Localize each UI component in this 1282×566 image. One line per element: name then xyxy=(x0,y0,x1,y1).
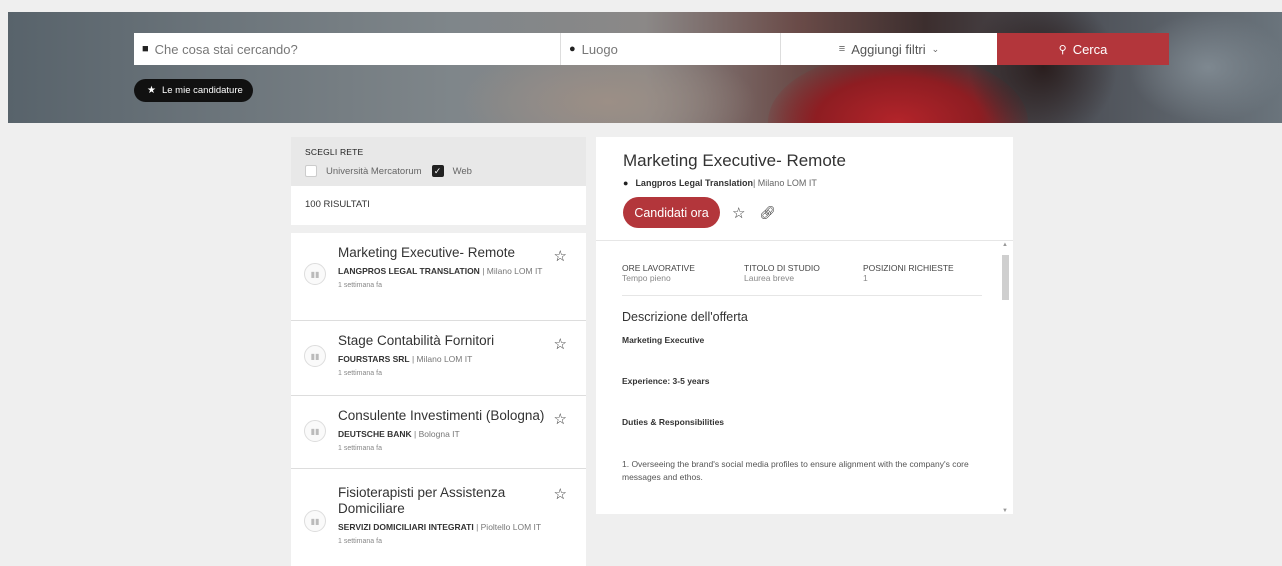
description-paragraph: 1. Overseeing the brand's social media p… xyxy=(622,459,969,482)
job-company: LANGPROS LEGAL TRANSLATION xyxy=(338,266,480,276)
job-location: | Bologna IT xyxy=(411,429,460,439)
job-card[interactable]: ▮▮ Fisioterapisti per Assistenza Domicil… xyxy=(291,469,586,566)
favorite-star-icon[interactable]: ☆ xyxy=(554,335,567,353)
star-icon: ★ xyxy=(147,85,156,96)
spec-working-hours: ORE LAVORATIVE Tempo pieno xyxy=(622,263,744,283)
network-filter-panel: SCEGLI RETE Università Mercatorum ✓ Web … xyxy=(291,137,586,225)
search-input-placeholder: Che cosa stai cercando? xyxy=(154,41,298,57)
network-option-label: Università Mercatorum xyxy=(326,165,422,177)
job-location: | Pioltello LOM IT xyxy=(473,522,542,532)
job-company-location: DEUTSCHE BANK | Bologna IT xyxy=(338,428,548,441)
search-button-label: Cerca xyxy=(1072,41,1108,57)
job-company: FOURSTARS SRL xyxy=(338,354,410,364)
company-logo-icon: ▮▮ xyxy=(304,263,326,285)
job-card[interactable]: ▮▮ Consulente Investimenti (Bologna) DEU… xyxy=(291,396,586,469)
job-company-location: FOURSTARS SRL | Milano LOM IT xyxy=(338,353,548,366)
job-title[interactable]: Fisioterapisti per Assistenza Domiciliar… xyxy=(338,485,508,517)
favorite-star-icon[interactable]: ☆ xyxy=(554,247,567,265)
spec-label: TITOLO DI STUDIO xyxy=(744,263,820,273)
chevron-down-icon: ⌄ xyxy=(931,43,940,54)
company-logo-icon: ▮▮ xyxy=(304,420,326,442)
spec-value: Laurea breve xyxy=(744,273,795,283)
location-pin-icon: ● xyxy=(569,43,576,55)
network-filter-header: SCEGLI RETE Università Mercatorum ✓ Web xyxy=(291,137,586,186)
job-location: | Milano LOM IT xyxy=(479,266,543,276)
favorite-star-icon[interactable]: ☆ xyxy=(732,204,745,222)
network-option-mercatorum[interactable]: Università Mercatorum xyxy=(305,165,422,177)
location-input-placeholder: Luogo xyxy=(581,41,618,57)
location-input[interactable]: ● Luogo xyxy=(561,33,781,65)
network-option-label: Web xyxy=(452,165,472,177)
network-filter-title: SCEGLI RETE xyxy=(305,147,364,157)
job-title[interactable]: Stage Contabilità Fornitori xyxy=(338,333,538,349)
job-detail-actions: Candidati ora ☆ 🔗︎ xyxy=(623,197,986,228)
add-filters-dropdown[interactable]: ≡ Aggiungi filtri ⌄ xyxy=(781,33,997,65)
description-paragraph: Marketing Executive xyxy=(622,335,705,345)
job-date: 1 settimana fa xyxy=(338,445,382,452)
job-detail-header: Marketing Executive- Remote ● Langpros L… xyxy=(596,137,1013,241)
spec-label: POSIZIONI RICHIESTE xyxy=(863,263,954,273)
add-filters-label: Aggiungi filtri xyxy=(851,41,926,57)
company-logo-icon: ▮▮ xyxy=(304,510,326,532)
description-title: Descrizione dell'offerta xyxy=(622,310,748,324)
job-detail-company-name[interactable]: Langpros Legal Translation xyxy=(635,178,753,188)
job-title[interactable]: Consulente Investimenti (Bologna) xyxy=(338,408,558,424)
job-date: 1 settimana fa xyxy=(338,538,382,545)
scroll-up-arrow-icon[interactable]: ▲ xyxy=(1001,242,1009,248)
job-card[interactable]: ▮▮ Marketing Executive- Remote LANGPROS … xyxy=(291,233,586,321)
job-detail-title: Marketing Executive- Remote xyxy=(623,151,846,170)
job-company-location: LANGPROS LEGAL TRANSLATION | Milano LOM … xyxy=(338,265,548,278)
network-options: Università Mercatorum ✓ Web xyxy=(305,165,572,177)
hero-image-shape xyxy=(968,12,1118,123)
job-detail-panel: Marketing Executive- Remote ● Langpros L… xyxy=(596,137,1013,514)
job-detail-company: ● Langpros Legal Translation | Milano LO… xyxy=(623,178,986,188)
detail-scrollbar[interactable]: ▲ ▼ xyxy=(1001,242,1009,514)
hero-image-shape xyxy=(1128,12,1282,123)
spec-value: Tempo pieno xyxy=(622,273,671,283)
filter-icon: ≡ xyxy=(838,43,846,55)
search-input[interactable]: ■ Che cosa stai cercando? xyxy=(134,33,561,65)
share-link-icon[interactable]: 🔗︎ xyxy=(759,205,776,221)
my-applications-button[interactable]: ★ Le mie candidature xyxy=(134,79,253,102)
apply-button[interactable]: Candidati ora xyxy=(623,197,720,228)
spec-positions: POSIZIONI RICHIESTE 1 xyxy=(863,263,954,283)
company-logo-icon: ▮▮ xyxy=(304,345,326,367)
job-company-location: SERVIZI DOMICILIARI INTEGRATI | Pioltell… xyxy=(338,521,548,534)
job-location: | Milano LOM IT xyxy=(409,354,473,364)
job-date: 1 settimana fa xyxy=(338,370,382,377)
job-company: DEUTSCHE BANK xyxy=(338,429,412,439)
spec-label: ORE LAVORATIVE xyxy=(622,263,695,273)
network-option-web[interactable]: ✓ Web xyxy=(431,165,472,177)
search-button[interactable]: ⚲ Cerca xyxy=(997,33,1169,65)
results-count: 100 RISULTATI xyxy=(305,199,370,210)
location-pin-icon: ● xyxy=(623,178,629,188)
job-date: 1 settimana fa xyxy=(338,282,382,289)
job-list: ▮▮ Marketing Executive- Remote LANGPROS … xyxy=(291,233,586,566)
checkbox-checked[interactable]: ✓ xyxy=(431,165,444,177)
job-card[interactable]: ▮▮ Stage Contabilità Fornitori FOURSTARS… xyxy=(291,321,586,396)
job-company: SERVIZI DOMICILIARI INTEGRATI xyxy=(338,522,474,532)
description-paragraph: Experience: 3-5 years xyxy=(622,376,710,386)
description-paragraph: Duties & Responsibilities xyxy=(622,417,725,427)
my-applications-label: Le mie candidature xyxy=(161,85,243,96)
briefcase-icon: ■ xyxy=(142,43,149,55)
scroll-thumb[interactable] xyxy=(1002,255,1009,300)
spec-value: 1 xyxy=(863,273,868,283)
checkbox[interactable] xyxy=(305,165,317,177)
scroll-down-arrow-icon[interactable]: ▼ xyxy=(1001,508,1009,514)
favorite-star-icon[interactable]: ☆ xyxy=(554,485,567,503)
job-detail-location: | Milano LOM IT xyxy=(752,178,817,188)
search-icon: ⚲ xyxy=(1058,43,1067,56)
job-specs: ORE LAVORATIVE Tempo pieno TITOLO DI STU… xyxy=(622,263,982,296)
favorite-star-icon[interactable]: ☆ xyxy=(554,410,567,428)
search-bar: ■ Che cosa stai cercando? ● Luogo ≡ Aggi… xyxy=(134,33,1169,65)
job-title[interactable]: Marketing Executive- Remote xyxy=(338,245,538,261)
spec-education: TITOLO DI STUDIO Laurea breve xyxy=(744,263,863,283)
job-detail-body[interactable]: ORE LAVORATIVE Tempo pieno TITOLO DI STU… xyxy=(596,242,1013,514)
hero-banner xyxy=(8,12,1282,123)
